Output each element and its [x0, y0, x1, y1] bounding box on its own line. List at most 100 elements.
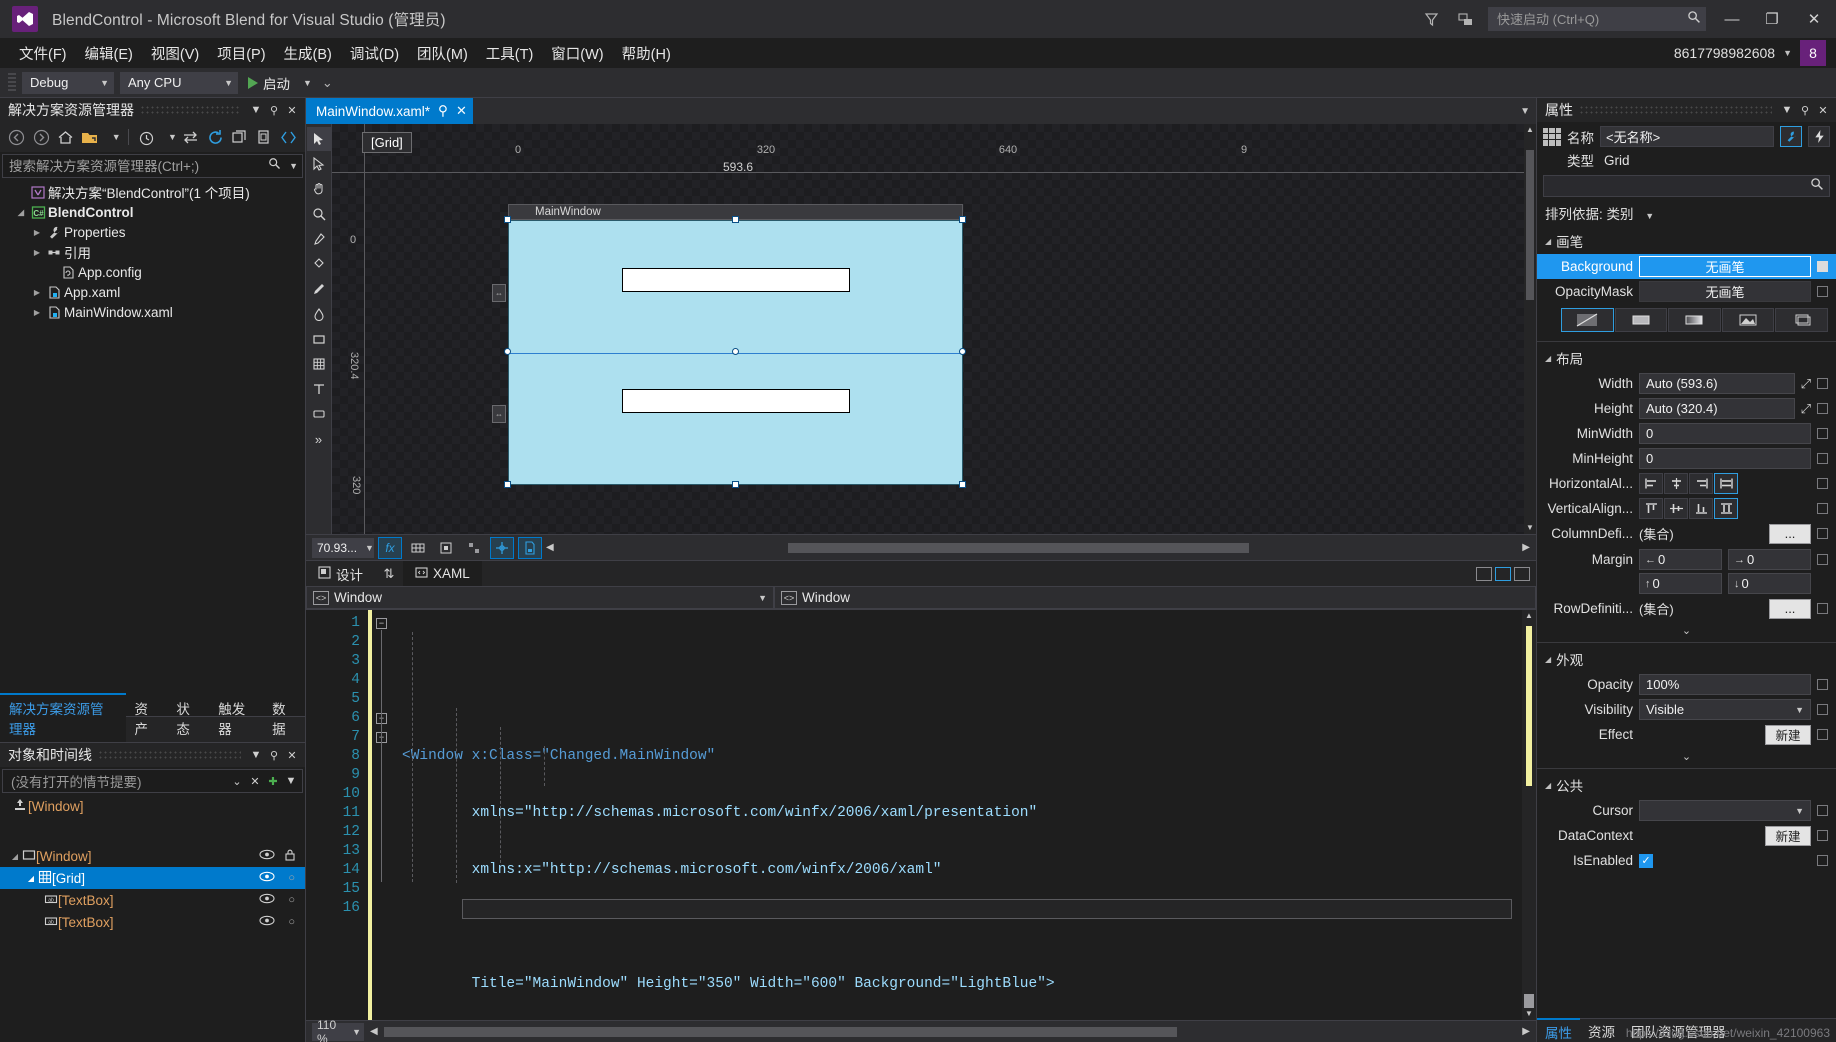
- width-auto-toggle-icon[interactable]: ⤢: [1801, 376, 1811, 392]
- lock-toggle-icon[interactable]: ○: [288, 894, 295, 906]
- lock-toggle-icon[interactable]: ○: [288, 872, 295, 884]
- snap-to-gridlines-button[interactable]: [434, 537, 458, 559]
- close-icon[interactable]: ✕: [246, 771, 264, 791]
- pending-changes-icon[interactable]: [79, 126, 100, 148]
- solution-explorer-search[interactable]: ▼: [2, 154, 303, 178]
- show-grid-button[interactable]: [406, 537, 430, 559]
- property-row-cursor[interactable]: Cursor ▼: [1537, 798, 1836, 823]
- tab-states[interactable]: 状态: [167, 695, 209, 742]
- close-button[interactable]: ✕: [1792, 0, 1836, 38]
- row-lock-badge-2[interactable]: ⇔: [492, 405, 506, 423]
- lock-toggle-icon[interactable]: ○: [288, 916, 295, 928]
- visibility-eye-icon[interactable]: [259, 915, 275, 929]
- tab-triggers[interactable]: 触发器: [209, 695, 263, 742]
- tab-assets[interactable]: 资产: [126, 695, 168, 742]
- chevron-down-icon[interactable]: ▼: [168, 132, 177, 142]
- tree-item-appxaml[interactable]: ▶ App.xaml: [0, 282, 305, 302]
- opacity-advanced-marker[interactable]: [1817, 679, 1828, 690]
- grid-col-handle-top[interactable]: [732, 216, 739, 223]
- code-horizontal-scrollbar[interactable]: [383, 1025, 1517, 1038]
- menu-item-debug[interactable]: 调试(D): [341, 40, 408, 67]
- minimize-button[interactable]: —: [1712, 0, 1752, 38]
- tab-data[interactable]: 数据: [263, 695, 305, 742]
- background-value[interactable]: 无画笔: [1639, 256, 1811, 277]
- code-view-icon[interactable]: [278, 126, 299, 148]
- history-icon[interactable]: [136, 126, 157, 148]
- chevron-left-icon[interactable]: ◀: [546, 542, 554, 553]
- chevron-down-icon[interactable]: ▼: [1645, 211, 1654, 221]
- home-icon[interactable]: [55, 126, 76, 148]
- tree-item-solution[interactable]: 解决方案“BlendControl”(1 个项目): [0, 182, 305, 202]
- resize-handle-tl[interactable]: [504, 216, 511, 223]
- close-icon[interactable]: ✕: [1814, 100, 1832, 120]
- visibility-eye-icon[interactable]: [259, 871, 275, 885]
- row-lock-badge-1[interactable]: ⇔: [492, 284, 506, 302]
- chevron-right-icon[interactable]: ▶: [1522, 542, 1530, 553]
- tree-item-project[interactable]: ◢ C# BlendControl: [0, 202, 305, 222]
- more-tools-icon[interactable]: »: [307, 427, 331, 451]
- height-advanced-marker[interactable]: [1817, 403, 1828, 414]
- chevron-down-icon[interactable]: ▼: [282, 771, 300, 791]
- object-row-textbox-1[interactable]: ab [TextBox] ○: [0, 889, 305, 911]
- feedback-funnel-icon[interactable]: [1414, 0, 1448, 38]
- add-icon[interactable]: ✚: [264, 771, 282, 791]
- chevron-left-icon[interactable]: ◀: [370, 1026, 378, 1037]
- visibility-eye-icon[interactable]: [259, 893, 275, 907]
- valign-stretch-button[interactable]: [1714, 498, 1738, 519]
- expander-icon[interactable]: ◢: [1545, 655, 1551, 664]
- grid-rail-handle-right[interactable]: [959, 348, 966, 355]
- chevron-down-icon[interactable]: ▼: [247, 745, 265, 765]
- visibility-eye-icon[interactable]: [259, 849, 275, 863]
- tab-resources[interactable]: 资源: [1580, 1019, 1623, 1042]
- scroll-down-arrow-icon[interactable]: ▼: [1525, 1008, 1533, 1020]
- object-row-grid[interactable]: ◢ [Grid] ○: [0, 867, 305, 889]
- close-icon[interactable]: ✕: [283, 100, 301, 120]
- scroll-up-arrow-icon[interactable]: ▲: [1526, 124, 1534, 136]
- menu-item-edit[interactable]: 编辑(E): [76, 40, 142, 67]
- menu-item-team[interactable]: 团队(M): [408, 40, 477, 67]
- coldef-editor-button[interactable]: ...: [1769, 523, 1811, 544]
- show-all-files-icon[interactable]: [253, 126, 274, 148]
- zoom-level-combo[interactable]: 70.93... ▼: [312, 537, 374, 558]
- menu-item-tools[interactable]: 工具(T): [477, 40, 543, 67]
- xaml-code-editor[interactable]: 1 2 3 4 5 6 7 8 9 10 11 12 13 14 15 16 −…: [306, 610, 1536, 1020]
- chevron-down-icon[interactable]: ▼: [1778, 100, 1796, 120]
- isenabled-advanced-marker[interactable]: [1817, 855, 1828, 866]
- back-icon[interactable]: [6, 126, 27, 148]
- search-icon[interactable]: [268, 157, 281, 175]
- resize-handle-tr[interactable]: [959, 216, 966, 223]
- collapse-pane-button[interactable]: [1514, 566, 1530, 581]
- grid-rail-handle-center[interactable]: [732, 348, 739, 355]
- margin-advanced-marker[interactable]: [1817, 554, 1828, 565]
- property-row-minheight[interactable]: MinHeight 0: [1537, 446, 1836, 471]
- design-canvas[interactable]: [Grid] 0 320 640 9 593.6 0 320.4 320 Mai…: [332, 124, 1524, 534]
- layout-expand-more-button[interactable]: ⌄: [1537, 621, 1836, 639]
- gradient-brush-button[interactable]: [1668, 308, 1721, 332]
- property-row-background[interactable]: Background 无画笔: [1537, 254, 1836, 279]
- valign-center-button[interactable]: [1664, 498, 1688, 519]
- snap-to-pixels-button[interactable]: [462, 537, 486, 559]
- expander-icon[interactable]: ◢: [14, 208, 28, 217]
- width-value[interactable]: Auto (593.6): [1639, 373, 1795, 394]
- halign-right-button[interactable]: [1689, 473, 1713, 494]
- vertical-split-button[interactable]: [1476, 566, 1492, 581]
- pin-icon[interactable]: ⚲: [1796, 100, 1814, 120]
- eyedropper-tool[interactable]: [307, 227, 331, 251]
- horizontal-ruler[interactable]: 0 320 640 9: [332, 144, 1524, 174]
- tab-solution-explorer[interactable]: 解决方案资源管理器: [0, 693, 126, 742]
- send-feedback-icon[interactable]: [1448, 0, 1482, 38]
- datacontext-advanced-marker[interactable]: [1817, 830, 1828, 841]
- design-vertical-scrollbar[interactable]: ▲ ▼: [1524, 124, 1536, 534]
- menu-item-view[interactable]: 视图(V): [142, 40, 208, 67]
- valign-top-button[interactable]: [1639, 498, 1663, 519]
- chevron-down-icon[interactable]: ▼: [1783, 48, 1792, 58]
- document-tab-mainwindow[interactable]: MainWindow.xaml* ⚲ ✕: [306, 98, 473, 124]
- minwidth-value[interactable]: 0: [1639, 423, 1811, 444]
- chevron-double-down-icon[interactable]: ⌄: [228, 771, 246, 791]
- expander-icon[interactable]: ◢: [1545, 237, 1551, 246]
- events-tab-button[interactable]: [1808, 126, 1830, 147]
- tile-brush-button[interactable]: [1721, 308, 1775, 332]
- toolbar-overflow-icon[interactable]: ⌄: [322, 75, 333, 91]
- margin-right-field[interactable]: → 0: [1728, 549, 1811, 570]
- appearance-expand-more-button[interactable]: ⌄: [1537, 747, 1836, 765]
